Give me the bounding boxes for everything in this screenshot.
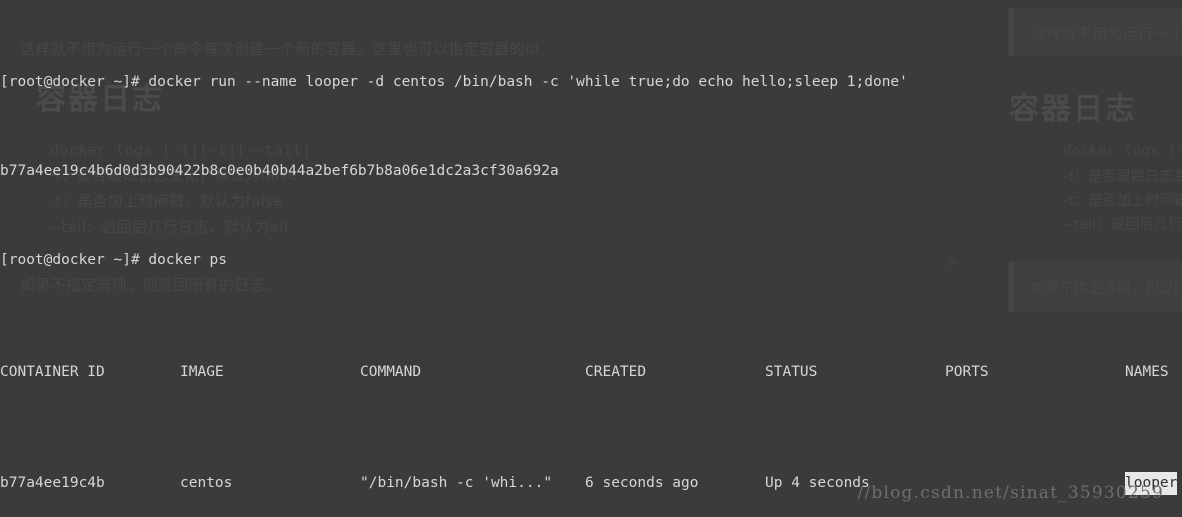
terminal-output[interactable]: [root@docker ~]# docker run --name loope… xyxy=(0,0,1182,517)
column-header-created: CREATED xyxy=(585,363,647,380)
terminal-screenshot: 这样就不用为运行一个命令每次创建一个新的容器。这里也可以指定容器的id 这样就不… xyxy=(0,0,1182,517)
docker-ps-header-row: CONTAINER ID IMAGE COMMAND CREATED STATU… xyxy=(0,361,1182,383)
column-header-image: IMAGE xyxy=(180,363,224,380)
watermark-text: //blog.csdn.net/sinat_35930259 xyxy=(857,483,1164,503)
column-header-container-id: CONTAINER ID xyxy=(0,363,105,380)
cell-container-id: b77a4ee19c4b xyxy=(0,475,105,492)
terminal-container-id-output: b77a4ee19c4b6d0d3b90422b8c0e0b40b44a2bef… xyxy=(0,163,559,180)
cell-created: 6 seconds ago xyxy=(585,475,699,492)
column-header-names: NAMES xyxy=(1125,363,1169,380)
column-header-status: STATUS xyxy=(765,363,818,380)
cell-image: centos xyxy=(180,475,233,492)
column-header-command: COMMAND xyxy=(360,363,422,380)
cell-status: Up 4 seconds xyxy=(765,475,870,492)
terminal-command-line: [root@docker ~]# docker run --name loope… xyxy=(0,73,908,90)
column-header-ports: PORTS xyxy=(945,363,989,380)
cell-command: "/bin/bash -c 'whi..." xyxy=(360,475,553,492)
terminal-command-docker-ps: [root@docker ~]# docker ps xyxy=(0,252,227,269)
